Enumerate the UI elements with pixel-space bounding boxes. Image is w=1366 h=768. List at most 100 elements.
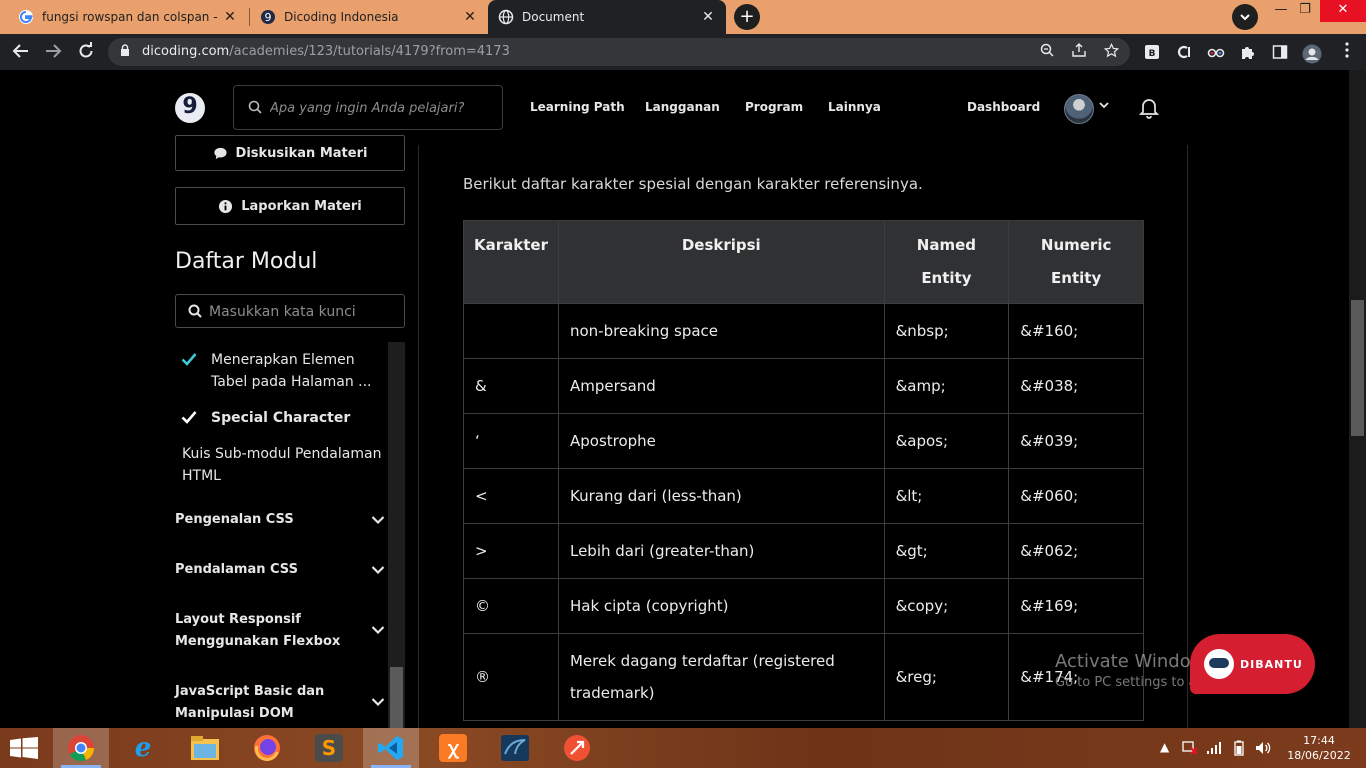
system-clock[interactable]: 17:44 18/06/2022 (1286, 733, 1352, 763)
vscode-icon (378, 736, 403, 760)
tab-title: Document (522, 10, 585, 24)
table-cell: Lebih dari (greater-than) (557, 523, 885, 579)
close-tab-icon[interactable]: ✕ (222, 9, 238, 25)
address-bar[interactable]: dicoding.com/academies/123/tutorials/417… (108, 38, 1130, 66)
taskbar-git-gui[interactable] (549, 728, 605, 768)
share-icon[interactable] (1070, 43, 1088, 61)
section-pengenalan-css[interactable]: Pengenalan CSS (175, 509, 385, 531)
module-item-tabel[interactable]: Menerapkan Elemen Tabel pada Halaman ... (181, 349, 381, 393)
volume-icon[interactable] (1255, 741, 1271, 755)
module-search[interactable] (175, 294, 405, 328)
signal-icon[interactable] (1206, 741, 1222, 755)
site-header: 9 Learning Path Langganan Program Lainny… (0, 70, 1349, 145)
extension-c-icon[interactable] (1175, 44, 1193, 62)
nav-langganan[interactable]: Langganan (645, 100, 720, 114)
page-scrollbar[interactable] (1349, 70, 1366, 728)
chat-bubble-icon (213, 147, 227, 159)
nav-dashboard[interactable]: Dashboard (967, 100, 1040, 114)
table-cell: &#062; (1008, 523, 1144, 579)
chevron-down-icon[interactable] (1098, 99, 1110, 111)
checkmark-icon (181, 353, 197, 366)
taskbar-xampp[interactable]: ꭓ (425, 728, 481, 768)
extensions-puzzle-icon[interactable] (1239, 44, 1257, 62)
nav-program[interactable]: Program (745, 100, 803, 114)
taskbar-file-explorer[interactable] (177, 728, 233, 768)
taskbar-vscode[interactable] (363, 728, 419, 768)
bookmark-star-icon[interactable] (1102, 42, 1120, 61)
table-row: non-breaking space &nbsp; &#160; (463, 303, 1144, 359)
new-tab-button[interactable]: + (734, 4, 760, 30)
discuss-material-button[interactable]: Diskusikan Materi (175, 135, 405, 171)
bitwarden-extension-icon[interactable]: B (1143, 44, 1161, 62)
taskbar-internet-explorer[interactable]: e (115, 728, 171, 768)
close-tab-icon[interactable]: ✕ (700, 9, 716, 25)
bell-icon[interactable] (1139, 97, 1159, 119)
dicoding-logo[interactable]: 9 (175, 93, 205, 123)
table-header-row: Karakter Deskripsi Named Entity Numeric … (463, 220, 1144, 304)
section-pendalaman-css[interactable]: Pendalaman CSS (175, 559, 385, 581)
browser-tab-3[interactable]: Document ✕ (488, 0, 726, 34)
window-close-button[interactable]: ✕ (1320, 0, 1366, 22)
module-item-special-character[interactable]: Special Character (181, 407, 381, 429)
side-panel-icon[interactable] (1271, 44, 1289, 62)
taskbar-chrome[interactable] (53, 728, 109, 768)
nav-lainnya[interactable]: Lainnya (828, 100, 881, 114)
table-cell: &lt; (883, 468, 1010, 524)
section-javascript-dom[interactable]: JavaScript Basic dan Manipulasi DOM (175, 681, 385, 725)
show-hidden-icons-chevron[interactable]: ▲ (1160, 740, 1169, 754)
taskbar-mysql-workbench[interactable] (487, 728, 543, 768)
sidebar-scrollbar[interactable] (388, 342, 405, 728)
windows-start-icon[interactable] (10, 737, 38, 759)
clock-time: 17:44 (1303, 734, 1335, 747)
browser-menu-icon[interactable] (1340, 42, 1354, 62)
reload-button[interactable] (75, 42, 97, 62)
section-layout-flexbox[interactable]: Layout Responsif Menggunakan Flexbox (175, 609, 385, 653)
table-cell: ‘ (463, 413, 559, 469)
search-icon (188, 304, 202, 318)
browser-toolbar: dicoding.com/academies/123/tutorials/417… (0, 34, 1366, 70)
profile-avatar-icon[interactable] (1302, 44, 1322, 64)
close-tab-icon[interactable]: ✕ (462, 9, 478, 25)
module-search-input[interactable] (209, 301, 399, 323)
info-icon (219, 199, 233, 213)
module-item-kuis[interactable]: Kuis Sub-modul Pendalaman HTML (182, 443, 387, 487)
taskbar-firefox[interactable] (239, 728, 295, 768)
column-header: Named Entity (883, 220, 1010, 304)
nav-learning-path[interactable]: Learning Path (530, 100, 625, 114)
column-header: Karakter (463, 220, 559, 304)
back-button[interactable] (10, 42, 32, 62)
maximize-button[interactable]: ❐ (1290, 0, 1320, 22)
table-cell: Merek dagang terdaftar (registered trade… (557, 633, 885, 721)
web-page: 9 Learning Path Langganan Program Lainny… (0, 70, 1349, 728)
report-material-button[interactable]: Laporkan Materi (175, 187, 405, 225)
table-row: © Hak cipta (copyright) &copy; &#169; (463, 578, 1144, 634)
dibantu-label: DIBANTU (1240, 657, 1303, 671)
section-label: Layout Responsif Menggunakan Flexbox (175, 612, 341, 649)
intro-paragraph: Berikut daftar karakter spesial dengan k… (463, 175, 923, 193)
header-search-input[interactable] (270, 96, 495, 120)
browser-tab-2[interactable]: 9 Dicoding Indonesia ✕ (250, 0, 488, 34)
table-cell: &#038; (1008, 358, 1144, 414)
table-cell: ® (463, 633, 559, 721)
chrome-icon (68, 735, 94, 762)
zoom-icon[interactable] (1038, 43, 1056, 61)
chevron-down-icon (1240, 14, 1250, 21)
avatar[interactable] (1064, 94, 1094, 124)
dibantu-chat-button[interactable]: DIBANTU (1190, 634, 1315, 694)
header-search[interactable] (233, 85, 503, 130)
forward-button[interactable] (42, 42, 64, 62)
taskbar-sublime-text[interactable]: S (301, 728, 357, 768)
table-cell (463, 303, 559, 359)
battery-icon[interactable] (1234, 740, 1244, 756)
section-label: JavaScript Basic dan Manipulasi DOM (175, 684, 325, 721)
module-item-label: Kuis Sub-modul Pendalaman HTML (182, 446, 382, 484)
network-disconnected-icon[interactable] (1182, 741, 1198, 755)
reload-icon (79, 42, 93, 58)
tab-search-button[interactable] (1232, 4, 1258, 30)
module-item-label: Menerapkan Elemen Tabel pada Halaman ... (211, 352, 372, 390)
table-cell: < (463, 468, 559, 524)
browser-tab-1[interactable]: fungsi rowspan dan colspan - Pe ✕ (8, 0, 248, 34)
sidebar-scroll-thumb[interactable] (390, 667, 403, 728)
extension-glasses-icon[interactable] (1207, 44, 1225, 62)
page-scroll-thumb[interactable] (1351, 300, 1364, 436)
